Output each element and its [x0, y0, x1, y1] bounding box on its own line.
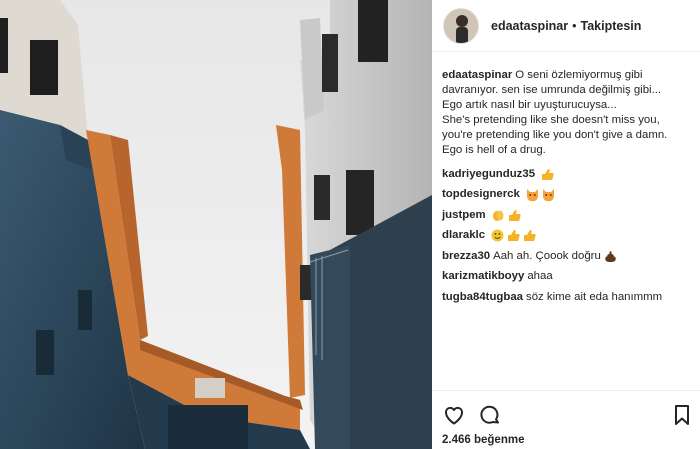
follow-status[interactable]: Takiptesin [581, 19, 642, 33]
likes-count[interactable]: 2.466 beğenme [442, 434, 524, 446]
thumbs-up-icon [523, 229, 536, 242]
avatar-image [444, 8, 478, 43]
comment-list: edaataspinar O seni özlemiyormuş gibi dav… [432, 68, 700, 308]
heart-icon[interactable] [442, 403, 466, 427]
comment-bubble-icon[interactable] [478, 403, 502, 427]
comment-item: dlaraklc [442, 226, 690, 247]
comment-item: topdesignerck [442, 185, 690, 206]
post-sidebar: edaataspinar • Takiptesin edaataspinar O se… [432, 0, 700, 449]
clapping-hands-icon [492, 209, 505, 222]
comment-username[interactable]: dlaraklc [442, 228, 485, 243]
header-text: edaataspinar • Takiptesin [491, 19, 641, 33]
comment-username[interactable]: kadriyegunduz35 [442, 167, 535, 182]
actions-bar: 2.466 beğenme [432, 390, 700, 448]
comment-text: Aah ah. Çoook doğru [493, 249, 601, 262]
caption: edaataspinar O seni özlemiyormuş gibi dav… [442, 68, 690, 158]
caption-username[interactable]: edaataspinar [442, 69, 512, 81]
thumbs-up-icon [508, 209, 521, 222]
comment-username[interactable]: tugba84tugbaa [442, 290, 523, 305]
comment-username[interactable]: brezza30 [442, 249, 490, 264]
comment-username[interactable]: topdesignerck [442, 187, 520, 202]
comment-item: brezza30 Aah ah. Çoook doğru [442, 246, 690, 267]
bookmark-icon[interactable] [670, 403, 694, 427]
smiley-icon [491, 229, 504, 242]
caption-line: Ego is hell of a drug. [442, 144, 546, 156]
post-photo[interactable] [0, 0, 432, 449]
caption-line: you're pretending like you don't give a … [442, 129, 668, 141]
comment-item: justpem [442, 205, 690, 226]
comment-text: söz kime ait eda hanımmm [526, 290, 663, 303]
caption-line: Ego artık nasıl bir uyuşturucuysa... [442, 99, 617, 111]
caption-line: She's pretending like she doesn't miss y… [442, 114, 660, 126]
poop-icon [604, 250, 617, 263]
cat-face-icon [526, 188, 539, 202]
thumbs-up-icon [507, 229, 520, 242]
comment-item: tugba84tugbaa söz kime ait eda hanımmm [442, 287, 690, 308]
caption-line: davranıyor. sen ise umrunda değilmiş gib… [442, 84, 662, 96]
photo-courtyard-looking-up [0, 0, 432, 449]
header-separator: • [572, 18, 577, 33]
cat-face-icon [542, 188, 555, 202]
comment-text: ahaa [527, 270, 553, 283]
comment-item: karizmatikboyy ahaa [442, 267, 690, 288]
caption-line: O seni özlemiyormuş gibi [515, 69, 643, 81]
post-header: edaataspinar • Takiptesin [432, 0, 700, 52]
header-username[interactable]: edaataspinar [491, 19, 568, 33]
thumbs-up-icon [541, 168, 554, 181]
comment-username[interactable]: karizmatikboyy [442, 269, 524, 284]
comment-username[interactable]: justpem [442, 208, 486, 223]
avatar[interactable] [443, 7, 479, 44]
comment-item: kadriyegunduz35 [442, 164, 690, 185]
